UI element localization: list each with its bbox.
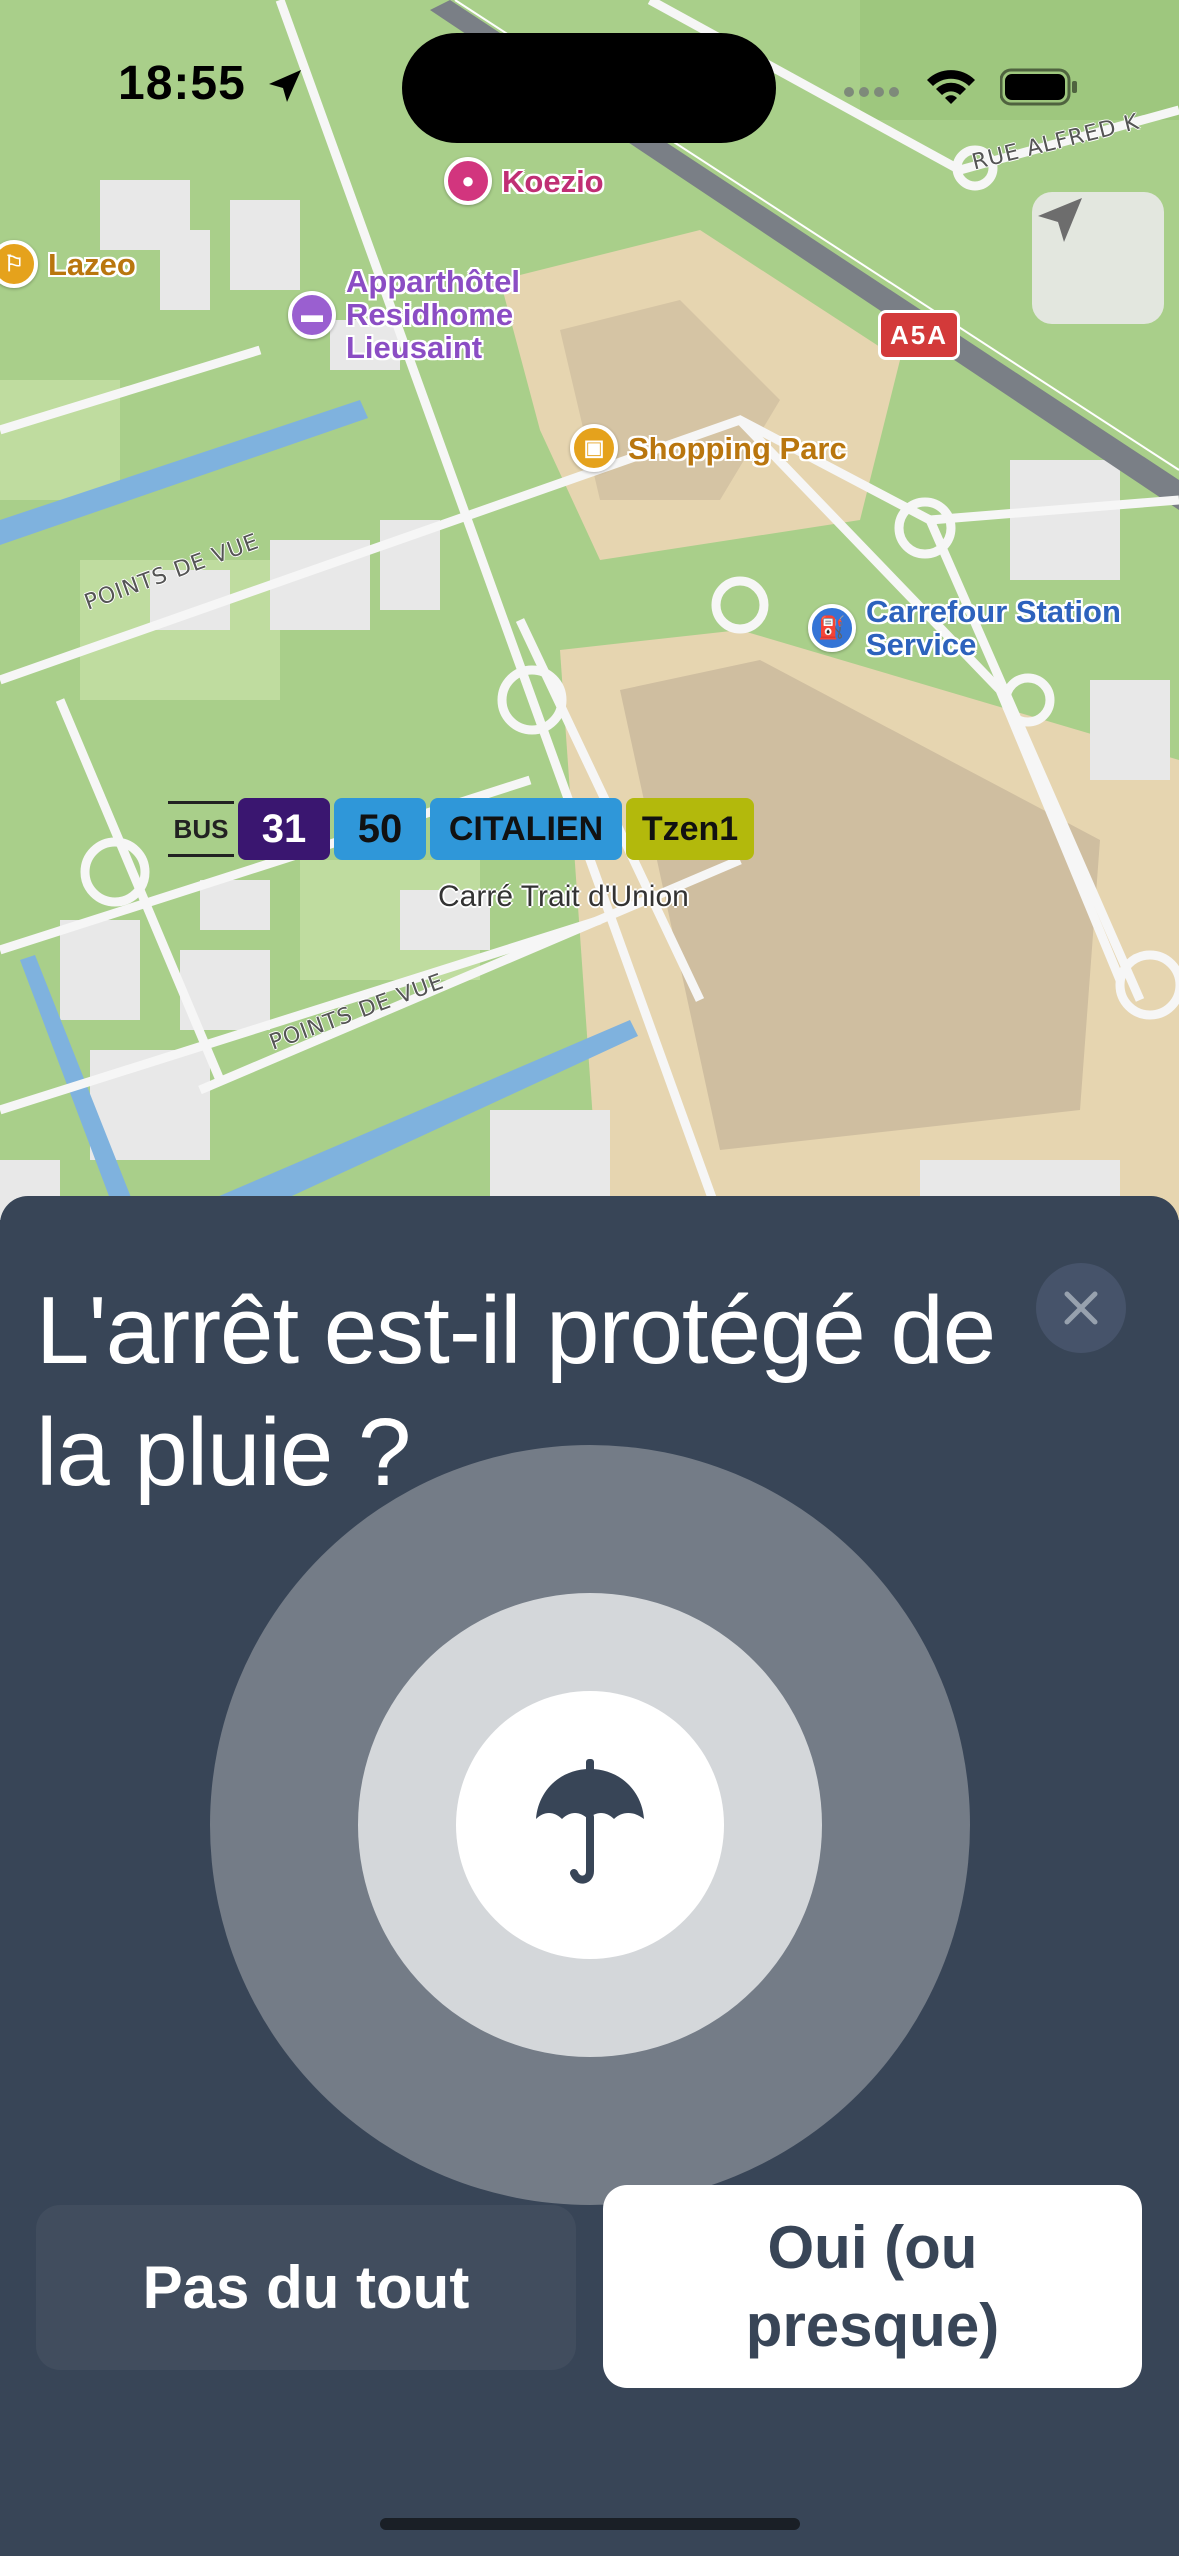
bus-mode-tag: BUS bbox=[168, 801, 234, 857]
poi-pin-icon: ● bbox=[444, 157, 492, 205]
poi-carrefour[interactable]: ⛽ Carrefour Station Service bbox=[808, 595, 1126, 661]
line-badge-50: 50 bbox=[334, 798, 426, 860]
map-view[interactable]: ● Koezio ⚐ Lazeo ▬ Apparthôtel Residhome… bbox=[0, 0, 1179, 1220]
wifi-icon bbox=[927, 70, 975, 104]
close-icon bbox=[1064, 1291, 1098, 1325]
poi-shopping-parc[interactable]: ▣ Shopping Parc bbox=[570, 424, 847, 472]
fuel-pump-icon: ⛽ bbox=[808, 604, 856, 652]
poi-koezio[interactable]: ● Koezio bbox=[444, 157, 604, 205]
highway-badge: A5A bbox=[878, 310, 960, 360]
line-badge-citalien: CITALIEN bbox=[430, 798, 622, 860]
answer-no-button[interactable]: Pas du tout bbox=[36, 2205, 576, 2370]
dynamic-island bbox=[402, 33, 776, 143]
answer-yes-button[interactable]: Oui (ou presque) bbox=[603, 2185, 1142, 2388]
umbrella-icon bbox=[536, 1759, 644, 1884]
location-arrow-icon bbox=[1038, 198, 1082, 242]
home-indicator[interactable] bbox=[380, 2518, 800, 2530]
shopping-bag-icon: ▣ bbox=[570, 424, 618, 472]
poi-lazeo[interactable]: ⚐ Lazeo bbox=[0, 240, 136, 288]
line-badge-31: 31 bbox=[238, 798, 330, 860]
transit-stop-name: Carré Trait d'Union bbox=[438, 880, 689, 913]
locate-me-button[interactable] bbox=[1032, 192, 1164, 324]
poi-hotel[interactable]: ▬ Apparthôtel Residhome Lieusaint bbox=[288, 265, 546, 364]
bed-icon: ▬ bbox=[288, 291, 336, 339]
status-time: 18:55 bbox=[118, 57, 246, 110]
location-services-icon bbox=[269, 70, 301, 102]
illustration-inner-circle bbox=[456, 1691, 724, 1959]
battery-icon bbox=[1000, 68, 1077, 106]
line-badge-tzen1: Tzen1 bbox=[626, 798, 754, 860]
cellular-signal-icon bbox=[844, 87, 899, 97]
answer-yes-label: Oui (ou presque) bbox=[745, 2213, 1000, 2359]
poi-pin-icon: ⚐ bbox=[0, 240, 38, 288]
transit-stop-lines[interactable]: BUS 31 50 CITALIEN Tzen1 bbox=[168, 798, 754, 860]
status-bar: 18:55 bbox=[0, 0, 1179, 150]
